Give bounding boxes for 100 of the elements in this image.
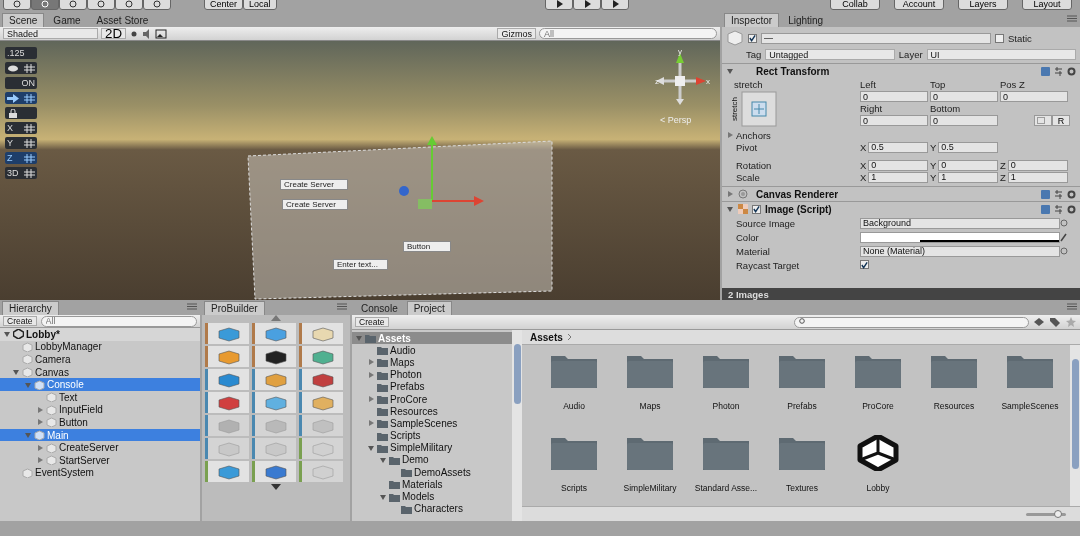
hierarchy-row[interactable]: InputField bbox=[0, 403, 200, 417]
folder-icon[interactable] bbox=[702, 353, 750, 389]
project-tab[interactable]: Console bbox=[354, 301, 405, 315]
scene-tool-button[interactable] bbox=[5, 92, 37, 104]
transform-tool-button[interactable] bbox=[143, 0, 171, 10]
number-field[interactable]: 0.5 bbox=[938, 141, 998, 153]
component-title[interactable]: Rect Transform bbox=[756, 65, 830, 77]
foldout-arrow-icon[interactable] bbox=[726, 67, 734, 75]
object-field[interactable]: None (Material) bbox=[860, 245, 1060, 257]
number-field[interactable]: 1 bbox=[938, 171, 998, 183]
number-field[interactable]: 0 bbox=[868, 159, 928, 171]
zoom-slider[interactable] bbox=[1026, 512, 1066, 516]
object-name[interactable]: StartServer bbox=[59, 454, 110, 466]
folder-tree-row[interactable]: Materials bbox=[352, 478, 512, 491]
shading-dropdown[interactable]: Shaded bbox=[3, 28, 98, 39]
blueprint-button[interactable] bbox=[1034, 115, 1052, 126]
folder-icon[interactable] bbox=[626, 353, 674, 389]
filter-icon[interactable] bbox=[1033, 317, 1045, 327]
picker-icon[interactable] bbox=[1060, 247, 1068, 255]
scene-tab[interactable]: Scene bbox=[2, 13, 45, 27]
foldout-arrow-icon[interactable] bbox=[726, 131, 734, 139]
folder-tree-row[interactable]: Maps bbox=[352, 356, 512, 369]
hierarchy-row[interactable]: LobbyManager bbox=[0, 340, 200, 354]
asset-label[interactable]: Maps bbox=[639, 401, 661, 411]
hierarchy-search-field[interactable]: All bbox=[40, 315, 197, 327]
folder-tree-row[interactable]: SimpleMilitary bbox=[352, 441, 512, 454]
enabled-checkbox[interactable] bbox=[752, 204, 761, 214]
number-field[interactable]: 0.5 bbox=[868, 141, 928, 153]
inspector-tab[interactable]: Inspector bbox=[724, 13, 780, 27]
menu-icon[interactable] bbox=[187, 303, 197, 310]
scene-tool-button[interactable]: ON bbox=[5, 77, 37, 89]
folder-name[interactable]: Audio bbox=[390, 344, 416, 356]
folder-name[interactable]: Demo bbox=[402, 454, 429, 466]
scene-tab[interactable]: Asset Store bbox=[89, 13, 156, 27]
raycast-checkbox[interactable] bbox=[860, 260, 869, 269]
2d-toggle[interactable]: 2D bbox=[101, 28, 127, 39]
star-icon[interactable] bbox=[1065, 317, 1077, 327]
folder-name[interactable]: Photon bbox=[390, 369, 422, 381]
number-field[interactable]: 0 bbox=[930, 115, 998, 126]
object-name[interactable]: Canvas bbox=[35, 366, 69, 378]
name-field[interactable]: — bbox=[761, 32, 991, 44]
anchor-preset-icon[interactable] bbox=[741, 91, 777, 127]
folder-tree-row[interactable]: Characters bbox=[352, 502, 512, 515]
static-checkbox[interactable] bbox=[995, 33, 1004, 43]
scene-tool-button[interactable]: Z bbox=[5, 152, 37, 164]
folder-tree-row[interactable]: Scripts bbox=[352, 429, 512, 442]
folder-tree-row[interactable]: Resources bbox=[352, 405, 512, 418]
asset-label[interactable]: Textures bbox=[785, 482, 819, 493]
hierarchy-row[interactable]: Console bbox=[0, 378, 200, 391]
raw-edit-button[interactable]: R bbox=[1052, 115, 1070, 126]
hierarchy-row[interactable]: Main bbox=[0, 428, 200, 442]
folder-icon[interactable] bbox=[778, 353, 826, 389]
number-field[interactable]: 1 bbox=[868, 171, 928, 183]
folder-tree-row[interactable]: Audio bbox=[352, 344, 512, 357]
folder-icon[interactable] bbox=[930, 353, 978, 389]
scroll-thumb[interactable] bbox=[1071, 359, 1079, 469]
component-title[interactable]: Canvas Renderer bbox=[756, 188, 839, 200]
folder-icon[interactable] bbox=[1006, 353, 1054, 389]
probuilder-tool-button[interactable] bbox=[252, 346, 296, 367]
expand-arrow-icon[interactable] bbox=[355, 334, 363, 343]
folder-name[interactable]: Prefabs bbox=[390, 381, 425, 393]
anchors-foldout[interactable]: Anchors bbox=[736, 129, 771, 141]
asset-label[interactable]: Scripts bbox=[561, 482, 587, 493]
folder-icon[interactable] bbox=[550, 353, 598, 389]
asset-label[interactable]: Standard Asse... bbox=[694, 482, 758, 493]
tag-icon[interactable] bbox=[1049, 317, 1061, 327]
hierarchy-row[interactable]: EventSystem bbox=[0, 466, 200, 480]
number-field[interactable]: 0 bbox=[938, 159, 998, 171]
tag-dropdown[interactable]: Untagged bbox=[765, 49, 895, 60]
foldout-arrow-icon[interactable] bbox=[726, 190, 734, 198]
number-field[interactable]: 0 bbox=[930, 91, 998, 102]
settings-icon[interactable] bbox=[1067, 66, 1076, 76]
hierarchy-row[interactable]: CreateServer bbox=[0, 441, 200, 454]
inspector-tab[interactable]: Lighting bbox=[781, 13, 831, 27]
hierarchy-row[interactable]: StartServer bbox=[0, 453, 200, 467]
scene-tool-button[interactable]: X bbox=[5, 122, 37, 134]
scrollbar[interactable] bbox=[1070, 345, 1080, 506]
object-name[interactable]: LobbyManager bbox=[35, 341, 102, 353]
color-field[interactable] bbox=[860, 231, 1060, 243]
folder-name[interactable]: SimpleMilitary bbox=[390, 442, 453, 454]
menu-icon[interactable] bbox=[337, 303, 347, 310]
asset-label[interactable]: SimpleMilitary bbox=[623, 482, 677, 493]
asset-label[interactable]: Resources bbox=[933, 401, 975, 411]
object-field[interactable]: Background bbox=[860, 217, 1060, 229]
folder-tree-row[interactable]: Prefabs bbox=[352, 380, 512, 393]
scene-tab[interactable]: Game bbox=[46, 13, 88, 27]
scene-tool-button[interactable] bbox=[5, 62, 37, 74]
sliders-icon[interactable] bbox=[1054, 204, 1063, 214]
scene-tool-button[interactable] bbox=[5, 107, 37, 119]
folder-tree-row[interactable]: Demo bbox=[352, 453, 512, 467]
object-name[interactable]: Button bbox=[59, 416, 88, 428]
hierarchy-row[interactable]: Button bbox=[0, 416, 200, 429]
expand-arrow-icon[interactable] bbox=[367, 395, 375, 404]
component-title[interactable]: Image (Script) bbox=[765, 203, 832, 215]
pause-button[interactable] bbox=[572, 0, 601, 10]
menu-icon[interactable] bbox=[1067, 15, 1077, 22]
slider-thumb[interactable] bbox=[1054, 509, 1062, 518]
eyedropper-icon[interactable] bbox=[1060, 232, 1068, 242]
hierarchy-row[interactable]: Camera bbox=[0, 353, 200, 366]
sliders-icon[interactable] bbox=[1054, 189, 1063, 199]
